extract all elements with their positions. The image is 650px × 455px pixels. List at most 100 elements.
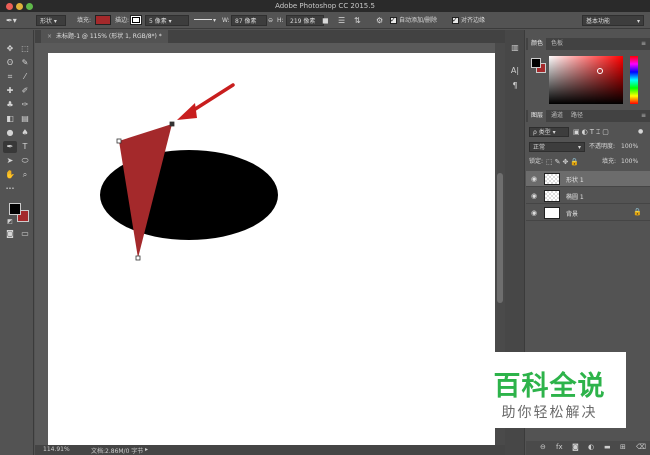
eyedropper-tool-icon[interactable]: ⁄	[18, 71, 32, 83]
shape-tool-icon[interactable]: ⬭	[18, 155, 32, 167]
anchor-point[interactable]	[135, 255, 141, 261]
character-panel-icon[interactable]: A|	[508, 65, 522, 77]
tab-paths[interactable]: 路径	[568, 110, 586, 122]
layer-filter-select[interactable]: ρ 类型 ▾	[529, 127, 569, 137]
zoom-level[interactable]: 114.91%	[43, 446, 70, 453]
dodge-tool-icon[interactable]: ♠	[18, 127, 32, 139]
path-operations-icon[interactable]: ◼	[322, 15, 329, 26]
stroke-width-field[interactable]: 5 像素 ▾	[145, 15, 189, 26]
more-tools-icon[interactable]: •••	[3, 183, 17, 195]
screen-mode-icon[interactable]: ▭	[18, 228, 32, 240]
opacity-field[interactable]: 100%	[621, 142, 638, 152]
default-colors-icon[interactable]: ◩	[3, 216, 17, 228]
healing-tool-icon[interactable]: ✚	[3, 85, 17, 97]
document-tab-title: 未标题-1 @ 115% (形状 1, RGB/8*) *	[56, 33, 162, 40]
tool-mode-select[interactable]: 形状 ▾	[36, 15, 66, 26]
stroke-style-dropdown-icon[interactable]: ▾	[213, 15, 216, 26]
align-edges-checkbox[interactable]: 对齐边缘	[452, 15, 485, 26]
history-brush-tool-icon[interactable]: ✑	[18, 99, 32, 111]
tab-layers[interactable]: 图层	[528, 110, 547, 122]
layer-thumbnail	[544, 207, 560, 219]
layer-thumbnail	[544, 173, 560, 185]
fill-color-swatch[interactable]	[95, 15, 111, 25]
gear-icon[interactable]: ⚙	[376, 15, 383, 26]
lock-icon: 🔒	[633, 208, 642, 216]
zoom-tool-icon[interactable]: ⌕	[18, 169, 32, 181]
path-alignment-icon[interactable]: ☰	[338, 15, 345, 26]
new-group-icon[interactable]: ▬	[604, 443, 611, 451]
height-field[interactable]: 219 像素	[286, 15, 324, 26]
canvas-area[interactable]	[35, 43, 505, 445]
tab-swatches[interactable]: 色板	[548, 38, 566, 50]
scrollbar-thumb[interactable]	[497, 173, 503, 303]
layer-name: 形状 1	[566, 177, 584, 184]
layer-row[interactable]: ◉ 形状 1	[526, 171, 650, 187]
width-field[interactable]: 87 像素	[231, 15, 267, 26]
eye-icon[interactable]: ◉	[530, 208, 538, 218]
lock-options-icons[interactable]: ⬚✎✥🔒	[546, 157, 581, 167]
move-tool-icon[interactable]: ✥	[3, 43, 17, 55]
color-picker-ring[interactable]	[597, 68, 603, 74]
tab-channels[interactable]: 通道	[548, 110, 566, 122]
quick-select-tool-icon[interactable]: ✎	[18, 57, 32, 69]
trash-icon[interactable]: ⌫	[636, 443, 646, 451]
history-panel-icon[interactable]: ▥	[508, 42, 522, 54]
blur-tool-icon[interactable]: ●	[3, 127, 17, 139]
stamp-tool-icon[interactable]: ♣	[3, 99, 17, 111]
stroke-width-value: 5 像素	[149, 18, 167, 25]
layers-panel-footer: ⊖ fx ◙ ◐ ▬ ⊞ ⌫	[526, 441, 650, 455]
brush-tool-icon[interactable]: ✐	[18, 85, 32, 97]
layer-row[interactable]: ◉ 背景 🔒	[526, 205, 650, 221]
eraser-tool-icon[interactable]: ◧	[3, 113, 17, 125]
auto-add-delete-checkbox[interactable]: 自动添加/删除	[390, 15, 437, 26]
eye-icon[interactable]: ◉	[530, 191, 538, 201]
status-menu-icon[interactable]: ▸	[145, 446, 148, 453]
layers-menu-icon[interactable]: ≡	[638, 110, 649, 122]
layer-style-icon[interactable]: fx	[556, 443, 563, 451]
new-layer-icon[interactable]: ⊞	[620, 443, 626, 451]
adjustment-layer-icon[interactable]: ◐	[588, 443, 594, 451]
pen-tool-icon[interactable]: ✒	[3, 141, 17, 153]
foreground-color-swatch[interactable]	[9, 203, 21, 215]
workspace-select[interactable]: 基本功能 ▾	[582, 15, 644, 26]
lasso-tool-icon[interactable]: ʘ	[3, 57, 17, 69]
height-label: H:	[277, 17, 284, 24]
stroke-style-select[interactable]	[194, 19, 212, 20]
panel-menu-icon[interactable]: ≡	[638, 38, 649, 50]
document-tab[interactable]: × 未标题-1 @ 115% (形状 1, RGB/8*) *	[41, 30, 168, 43]
anchor-point-selected[interactable]	[169, 121, 175, 127]
panel-foreground-color[interactable]	[531, 58, 541, 68]
path-arrange-icon[interactable]: ⇅	[354, 15, 361, 26]
hue-slider[interactable]	[630, 56, 638, 104]
blend-mode-select[interactable]: 正常 ▾	[529, 142, 585, 152]
paragraph-panel-icon[interactable]: ¶	[508, 80, 522, 92]
anchor-point[interactable]	[116, 138, 122, 144]
tool-mode-value: 形状	[40, 18, 53, 25]
color-panel-tabs: 颜色 色板 ≡	[526, 38, 650, 50]
crop-tool-icon[interactable]: ⌗	[3, 71, 17, 83]
workspace-value: 基本功能	[586, 18, 611, 25]
layer-row[interactable]: ◉ 椭圆 1	[526, 188, 650, 204]
marquee-tool-icon[interactable]: ⬚	[18, 43, 32, 55]
quick-mask-icon[interactable]: ◙	[3, 228, 17, 240]
document-canvas[interactable]	[35, 43, 505, 445]
pen-tool-preset-icon[interactable]: ✒▾	[6, 15, 17, 26]
filter-toggle-icon[interactable]: ●	[638, 127, 643, 137]
layer-filter-icons[interactable]: ▣◐T⌶▢	[573, 127, 611, 137]
eye-icon[interactable]: ◉	[530, 174, 538, 184]
gradient-tool-icon[interactable]: ▤	[18, 113, 32, 125]
align-edges-check-icon	[452, 15, 459, 26]
opacity-label: 不透明度:	[589, 143, 616, 150]
layer-mask-icon[interactable]: ◙	[572, 443, 579, 451]
hand-tool-icon[interactable]: ✋	[3, 169, 17, 181]
fill-opacity-field[interactable]: 100%	[621, 157, 638, 167]
type-tool-icon[interactable]: T	[18, 141, 32, 153]
stroke-color-swatch[interactable]	[130, 15, 142, 25]
close-tab-icon[interactable]: ×	[47, 33, 52, 40]
path-select-tool-icon[interactable]: ➤	[3, 155, 17, 167]
color-field[interactable]	[549, 56, 623, 104]
window-title: Adobe Photoshop CC 2015.5	[275, 2, 375, 10]
link-dimensions-icon[interactable]: ⊖	[268, 15, 273, 26]
link-layers-icon[interactable]: ⊖	[540, 443, 546, 451]
tab-color[interactable]: 颜色	[528, 38, 547, 50]
